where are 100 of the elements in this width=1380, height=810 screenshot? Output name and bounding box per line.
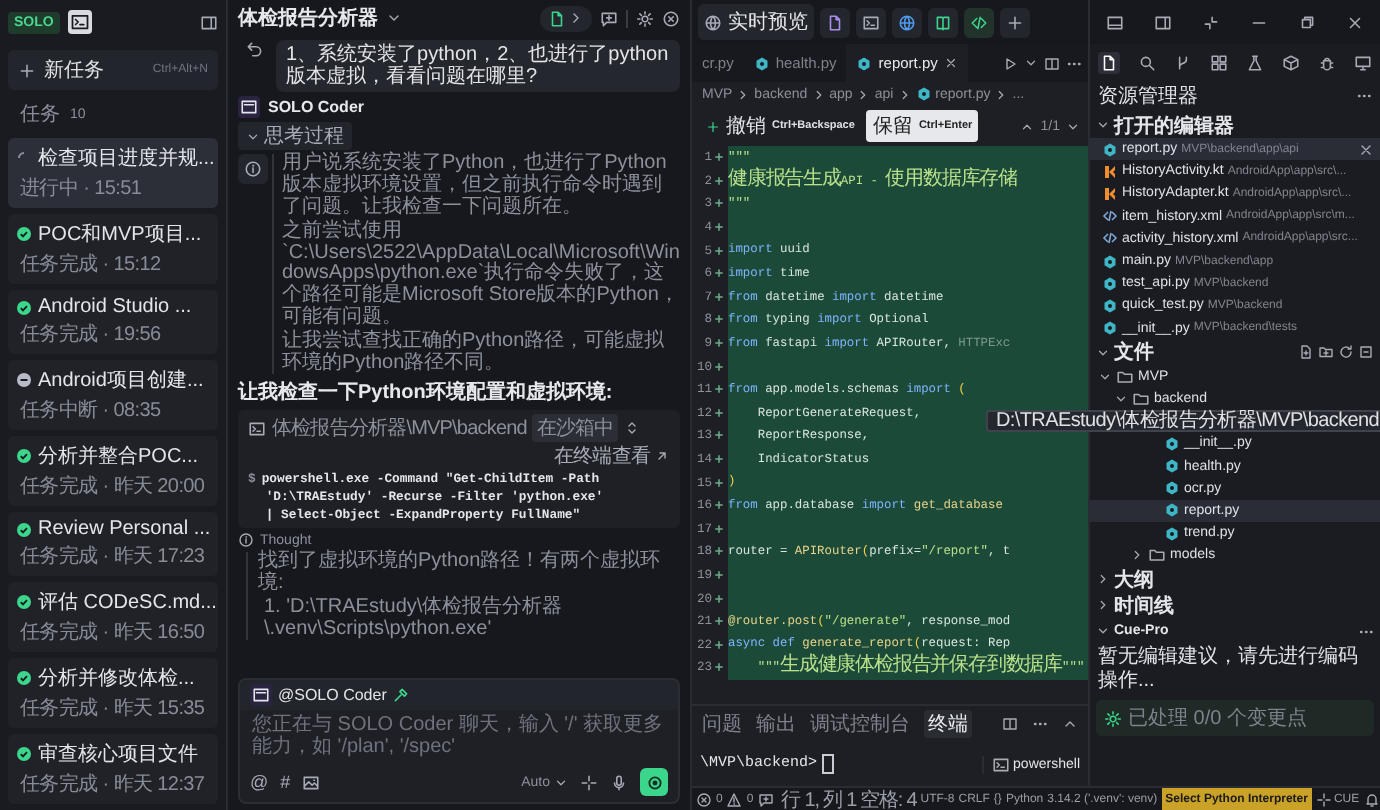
search-icon[interactable]: [1138, 53, 1157, 71]
file-icon[interactable]: [826, 13, 844, 31]
insert-button[interactable]: #: [280, 772, 291, 792]
chevron-right-icon: [897, 87, 912, 101]
maximize-icon[interactable]: [1062, 716, 1078, 732]
python-file-icon: [1164, 458, 1180, 475]
panel-tab[interactable]: 终端: [924, 710, 972, 738]
cursor-position[interactable]: 行 1, 列 1: [781, 788, 857, 810]
task-card[interactable]: Android项目创建... 任务中断 · 08:35: [8, 360, 218, 430]
plus-icon: [706, 119, 720, 133]
tools-icon: [392, 686, 411, 704]
section-header[interactable]: 大纲: [1090, 566, 1380, 593]
plus-icon: [714, 500, 724, 511]
plus-icon: [714, 593, 724, 604]
terminal-icon: [991, 755, 1010, 773]
gear-icon: [1104, 709, 1122, 728]
kotlin-file-icon: [1102, 185, 1118, 202]
panel-tab[interactable]: 调试控制台: [810, 710, 910, 738]
agent-name: SOLO Coder: [268, 98, 365, 117]
task-card[interactable]: 检查项目进度并规... 进行中 · 15:51: [8, 138, 218, 208]
explorer-title: 资源管理器: [1098, 84, 1198, 110]
new-folder-icon[interactable]: [1318, 344, 1334, 361]
sidebar-icon[interactable]: [1153, 13, 1172, 31]
chevron-down-icon: [554, 775, 568, 789]
plus-icon: [18, 61, 36, 79]
previous-change-icon[interactable]: [1020, 119, 1035, 133]
image-icon[interactable]: [302, 773, 321, 791]
python-file-icon: [1102, 275, 1118, 292]
agent-avatar-icon: [238, 96, 260, 119]
collapse-all-icon[interactable]: [1358, 344, 1374, 361]
close-icon[interactable]: [1346, 13, 1365, 31]
new-chat-icon[interactable]: [600, 9, 618, 27]
open-in-terminal-link[interactable]: 在终端查看: [553, 442, 650, 471]
chevron-down-icon[interactable]: [1024, 56, 1038, 70]
split-editor-icon[interactable]: [1044, 55, 1060, 71]
task-card[interactable]: 分析并修改体检... 任务完成 · 昨天 15:35: [8, 658, 218, 728]
python-file-icon: [1102, 253, 1118, 270]
document-toggle-button[interactable]: [540, 5, 592, 31]
book-icon[interactable]: [934, 13, 952, 31]
python-file-icon: [1164, 502, 1180, 519]
code-icon[interactable]: [970, 13, 988, 31]
chevron-icon: [246, 129, 260, 144]
suggestion-message: 暂无编辑建议，请先进行编码操作...: [1096, 644, 1360, 695]
layout-icon[interactable]: [1002, 716, 1018, 732]
plus-icon: [714, 268, 724, 279]
run-icon[interactable]: [1002, 55, 1018, 71]
task-card[interactable]: 评估 CODeSC.md... 任务完成 · 昨天 16:50: [8, 582, 218, 652]
compass-icon[interactable]: [898, 13, 916, 31]
microphone-icon[interactable]: [610, 773, 628, 791]
task-card[interactable]: 审查核心项目文件 任务完成 · 昨天 12:37: [8, 734, 218, 804]
explorer-icon[interactable]: [1100, 53, 1119, 71]
sidebar-toggle-icon[interactable]: [200, 13, 218, 31]
code-file-icon: [1102, 208, 1118, 225]
section-header[interactable]: 时间线: [1090, 592, 1380, 619]
path-tooltip: D:\TRAEstudy\体检报告分析器\MVP\backend: [986, 410, 1380, 433]
panel-icon[interactable]: [1105, 13, 1124, 31]
chevron-down-icon[interactable]: [386, 10, 402, 26]
thinking-toggle[interactable]: 思考过程: [238, 122, 352, 151]
restore-icon[interactable]: [1298, 13, 1317, 31]
source-control-icon[interactable]: [1174, 53, 1193, 71]
extensions-icon[interactable]: [1210, 53, 1229, 71]
live-preview-button[interactable]: 实时预览: [698, 4, 814, 40]
chat-icon[interactable]: [757, 791, 774, 807]
task-card[interactable]: POC和MVP项目... 任务完成 · 15:12: [8, 214, 218, 284]
close-icon[interactable]: [662, 9, 680, 27]
close-icon[interactable]: [1358, 141, 1374, 158]
new-file-icon[interactable]: [1298, 344, 1314, 361]
task-card[interactable]: Android Studio ... 任务完成 · 19:56: [8, 290, 218, 354]
task-card[interactable]: Review Personal ... 任务完成 · 昨天 17:23: [8, 512, 218, 576]
add-icon[interactable]: [1006, 13, 1024, 31]
bug-icon[interactable]: [1317, 53, 1336, 71]
status-text: 已处理 0/0 个变更点: [1128, 705, 1307, 733]
next-change-icon[interactable]: [1066, 119, 1080, 133]
indentation[interactable]: 空格: 4: [860, 788, 917, 810]
undo-icon[interactable]: [246, 40, 264, 58]
settings-icon[interactable]: [636, 9, 654, 27]
panel-tab[interactable]: 输出: [756, 710, 796, 738]
external-link-icon[interactable]: [654, 448, 670, 465]
plus-icon: [714, 361, 724, 372]
user-message: 1、系统安装了python，2、也进行了python版本虚拟，看看问题在哪里?: [276, 40, 680, 93]
python-file-icon: [1164, 525, 1180, 542]
chevron-right-icon: [994, 87, 1009, 101]
section-header[interactable]: 文件: [1096, 338, 1154, 367]
cube-icon[interactable]: [1281, 53, 1300, 71]
tasks-label: 任务: [20, 102, 60, 128]
flask-icon[interactable]: [1245, 53, 1264, 71]
send-button[interactable]: [640, 768, 668, 796]
expand-icon[interactable]: [623, 420, 640, 437]
panel-tab[interactable]: 问题: [702, 710, 742, 738]
insert-button[interactable]: @: [250, 772, 269, 792]
monitor-icon[interactable]: [1353, 53, 1372, 71]
collapse-icon[interactable]: [1201, 13, 1220, 31]
refresh-icon[interactable]: [1338, 344, 1354, 361]
agent-mention: @SOLO Coder: [278, 686, 387, 704]
terminal-icon[interactable]: [862, 13, 880, 31]
notifications-icon[interactable]: [1363, 791, 1380, 807]
task-card[interactable]: 分析并整合POC... 任务完成 · 昨天 20:00: [8, 436, 218, 506]
plus-icon: [714, 477, 724, 488]
section-header[interactable]: 打开的编辑器: [1090, 112, 1380, 138]
chevron-right-icon: [736, 87, 751, 101]
